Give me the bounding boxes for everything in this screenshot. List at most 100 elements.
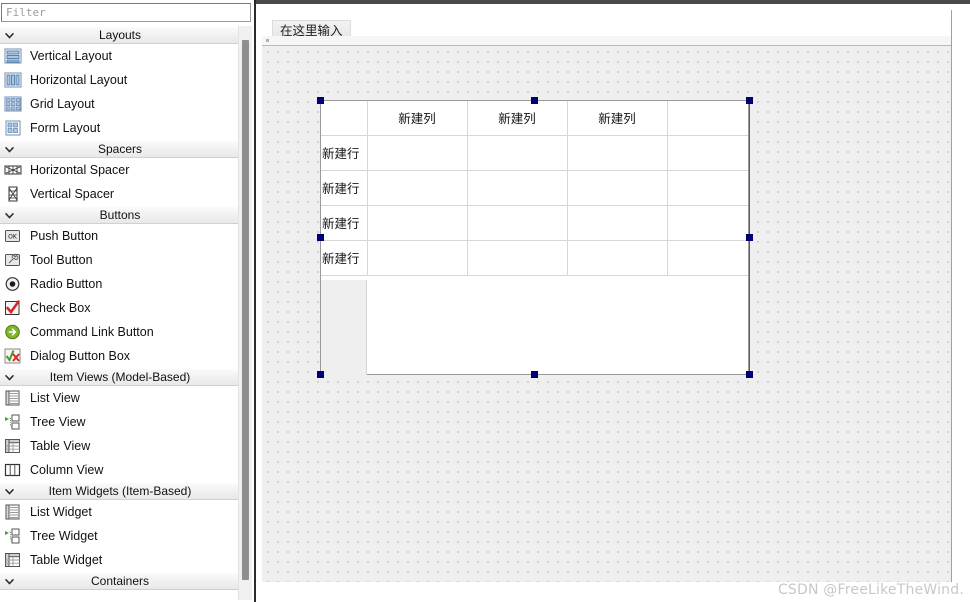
resize-handle-bottom-right[interactable] <box>746 371 753 378</box>
widget-box-item-table-view[interactable]: Table View <box>0 434 240 458</box>
table-view-icon <box>2 436 24 456</box>
horizontal-layout-icon <box>2 70 24 90</box>
table-widget-table[interactable]: 新建列 新建列 新建列 新建行 新建行 新建行 新建行 <box>321 101 748 276</box>
table-cell[interactable] <box>466 239 568 276</box>
resize-handle-bottom-left[interactable] <box>317 371 324 378</box>
widget-box-item-label: Grid Layout <box>30 97 95 111</box>
vertical-spacer-icon <box>2 184 24 204</box>
resize-handle-top-right[interactable] <box>746 97 753 104</box>
menubar-grip-dot <box>266 39 269 42</box>
table-row-header[interactable]: 新建行 <box>321 134 368 171</box>
widget-box-item-label: Form Layout <box>30 121 101 135</box>
table-cell[interactable] <box>366 239 468 276</box>
resize-handle-top-left[interactable] <box>317 97 324 104</box>
list-widget-icon <box>2 502 24 522</box>
table-cell[interactable] <box>366 204 468 241</box>
check-box-icon <box>2 298 24 318</box>
widget-box-item-label: Horizontal Layout <box>30 73 128 87</box>
table-cell-filler <box>666 204 748 241</box>
tree-view-icon <box>2 412 24 432</box>
widget-box-item-tree-widget[interactable]: Tree Widget <box>0 524 240 548</box>
svg-text:OK: OK <box>8 234 18 241</box>
table-cell-filler <box>666 239 748 276</box>
widget-box-section-header[interactable]: Item Widgets (Item-Based) <box>0 482 240 500</box>
widget-box-scrollbar-thumb[interactable] <box>242 40 249 580</box>
table-cell[interactable] <box>466 204 568 241</box>
table-cell[interactable] <box>366 134 468 171</box>
widget-box-item-label: Dialog Button Box <box>30 349 131 363</box>
table-row-header[interactable]: 新建行 <box>321 239 368 276</box>
table-cell[interactable] <box>566 204 668 241</box>
form-menubar[interactable]: 在这里输入 <box>262 12 960 39</box>
widget-box-item-table-widget[interactable]: Table Widget <box>0 548 240 572</box>
table-column-header[interactable]: 新建列 <box>466 101 568 136</box>
widget-box-section-header[interactable]: Item Views (Model-Based) <box>0 368 240 386</box>
dialog-button-box-icon <box>2 346 24 366</box>
widget-box-item-grid-layout[interactable]: Grid Layout <box>0 92 240 116</box>
widget-box-item-label: List Widget <box>30 505 92 519</box>
resize-handle-middle-right[interactable] <box>746 234 753 241</box>
table-cell[interactable] <box>566 134 668 171</box>
widget-box-item-vertical-layout[interactable]: Vertical Layout <box>0 44 240 68</box>
table-cell[interactable] <box>466 134 568 171</box>
widget-box-item-vertical-spacer[interactable]: Vertical Spacer <box>0 182 240 206</box>
widget-box-item-check-box[interactable]: Check Box <box>0 296 240 320</box>
widget-box-item-horizontal-spacer[interactable]: Horizontal Spacer <box>0 158 240 182</box>
widget-box-section-title: Item Widgets (Item-Based) <box>48 484 192 498</box>
widget-box-section-title: Buttons <box>99 208 141 222</box>
widget-box-panel: Layouts Vertical Layout Horizontal Layout G… <box>0 0 256 602</box>
widget-box-item-column-view[interactable]: Column View <box>0 458 240 482</box>
list-view-icon <box>2 388 24 408</box>
widget-box-item-tree-view[interactable]: Tree View <box>0 410 240 434</box>
table-cell[interactable] <box>566 169 668 206</box>
resize-handle-middle-left[interactable] <box>317 234 324 241</box>
canvas-right-border <box>951 10 952 582</box>
chevron-down-icon <box>0 577 18 586</box>
widget-box-item-label: Tool Button <box>30 253 93 267</box>
tree-widget-icon <box>2 526 24 546</box>
widget-box-section-header[interactable]: Containers <box>0 572 240 590</box>
widget-box-item-horizontal-layout[interactable]: Horizontal Layout <box>0 68 240 92</box>
widget-box-item-list-view[interactable]: List View <box>0 386 240 410</box>
widget-box-section-header[interactable]: Buttons <box>0 206 240 224</box>
chevron-down-icon <box>0 487 18 496</box>
table-corner-cell[interactable] <box>321 101 368 136</box>
widget-box-section-header[interactable]: Layouts <box>0 26 240 44</box>
widget-box-item-form-layout[interactable]: Form Layout <box>0 116 240 140</box>
widget-box-item-dialog-button-box[interactable]: Dialog Button Box <box>0 344 240 368</box>
widget-box-item-tool-button[interactable]: Tool Button <box>0 248 240 272</box>
table-header-filler[interactable] <box>666 101 748 136</box>
widget-box-item-label: List View <box>30 391 80 405</box>
widget-box-item-label: Column View <box>30 463 104 477</box>
resize-handle-bottom-center[interactable] <box>531 371 538 378</box>
widget-box-scrollbar-track[interactable] <box>238 26 252 600</box>
form-canvas[interactable]: 新建列 新建列 新建列 新建行 新建行 新建行 新建行 <box>262 46 952 582</box>
filter-input[interactable] <box>1 3 251 22</box>
table-row: 新建行 <box>321 134 748 171</box>
table-widget[interactable]: 新建列 新建列 新建列 新建行 新建行 新建行 新建行 <box>320 100 749 375</box>
table-widget-grid: 新建列 新建列 新建列 新建行 新建行 新建行 新建行 <box>321 101 748 375</box>
command-link-button-icon <box>2 322 24 342</box>
table-cell[interactable] <box>566 239 668 276</box>
resize-handle-top-center[interactable] <box>531 97 538 104</box>
widget-box-section-header[interactable]: Spacers <box>0 140 240 158</box>
table-widget-empty-vheader-area <box>321 280 367 375</box>
widget-box-item-push-button[interactable]: OK Push Button <box>0 224 240 248</box>
chevron-down-icon <box>0 145 18 154</box>
widget-box-tree[interactable]: Layouts Vertical Layout Horizontal Layout G… <box>0 26 240 602</box>
widget-box-item-radio-button[interactable]: Radio Button <box>0 272 240 296</box>
table-widget-icon <box>2 550 24 570</box>
widget-box-item-label: Tree Widget <box>30 529 98 543</box>
table-cell[interactable] <box>466 169 568 206</box>
tool-button-icon <box>2 250 24 270</box>
widget-box-item-list-widget[interactable]: List Widget <box>0 500 240 524</box>
chevron-down-icon <box>0 211 18 220</box>
table-column-header[interactable]: 新建列 <box>566 101 668 136</box>
table-row: 新建行 <box>321 204 748 241</box>
widget-box-item-command-link-button[interactable]: Command Link Button <box>0 320 240 344</box>
table-row-header[interactable]: 新建行 <box>321 169 368 206</box>
table-row-header[interactable]: 新建行 <box>321 204 368 241</box>
table-column-header[interactable]: 新建列 <box>366 101 468 136</box>
widget-box-item-label: Horizontal Spacer <box>30 163 130 177</box>
table-cell[interactable] <box>366 169 468 206</box>
